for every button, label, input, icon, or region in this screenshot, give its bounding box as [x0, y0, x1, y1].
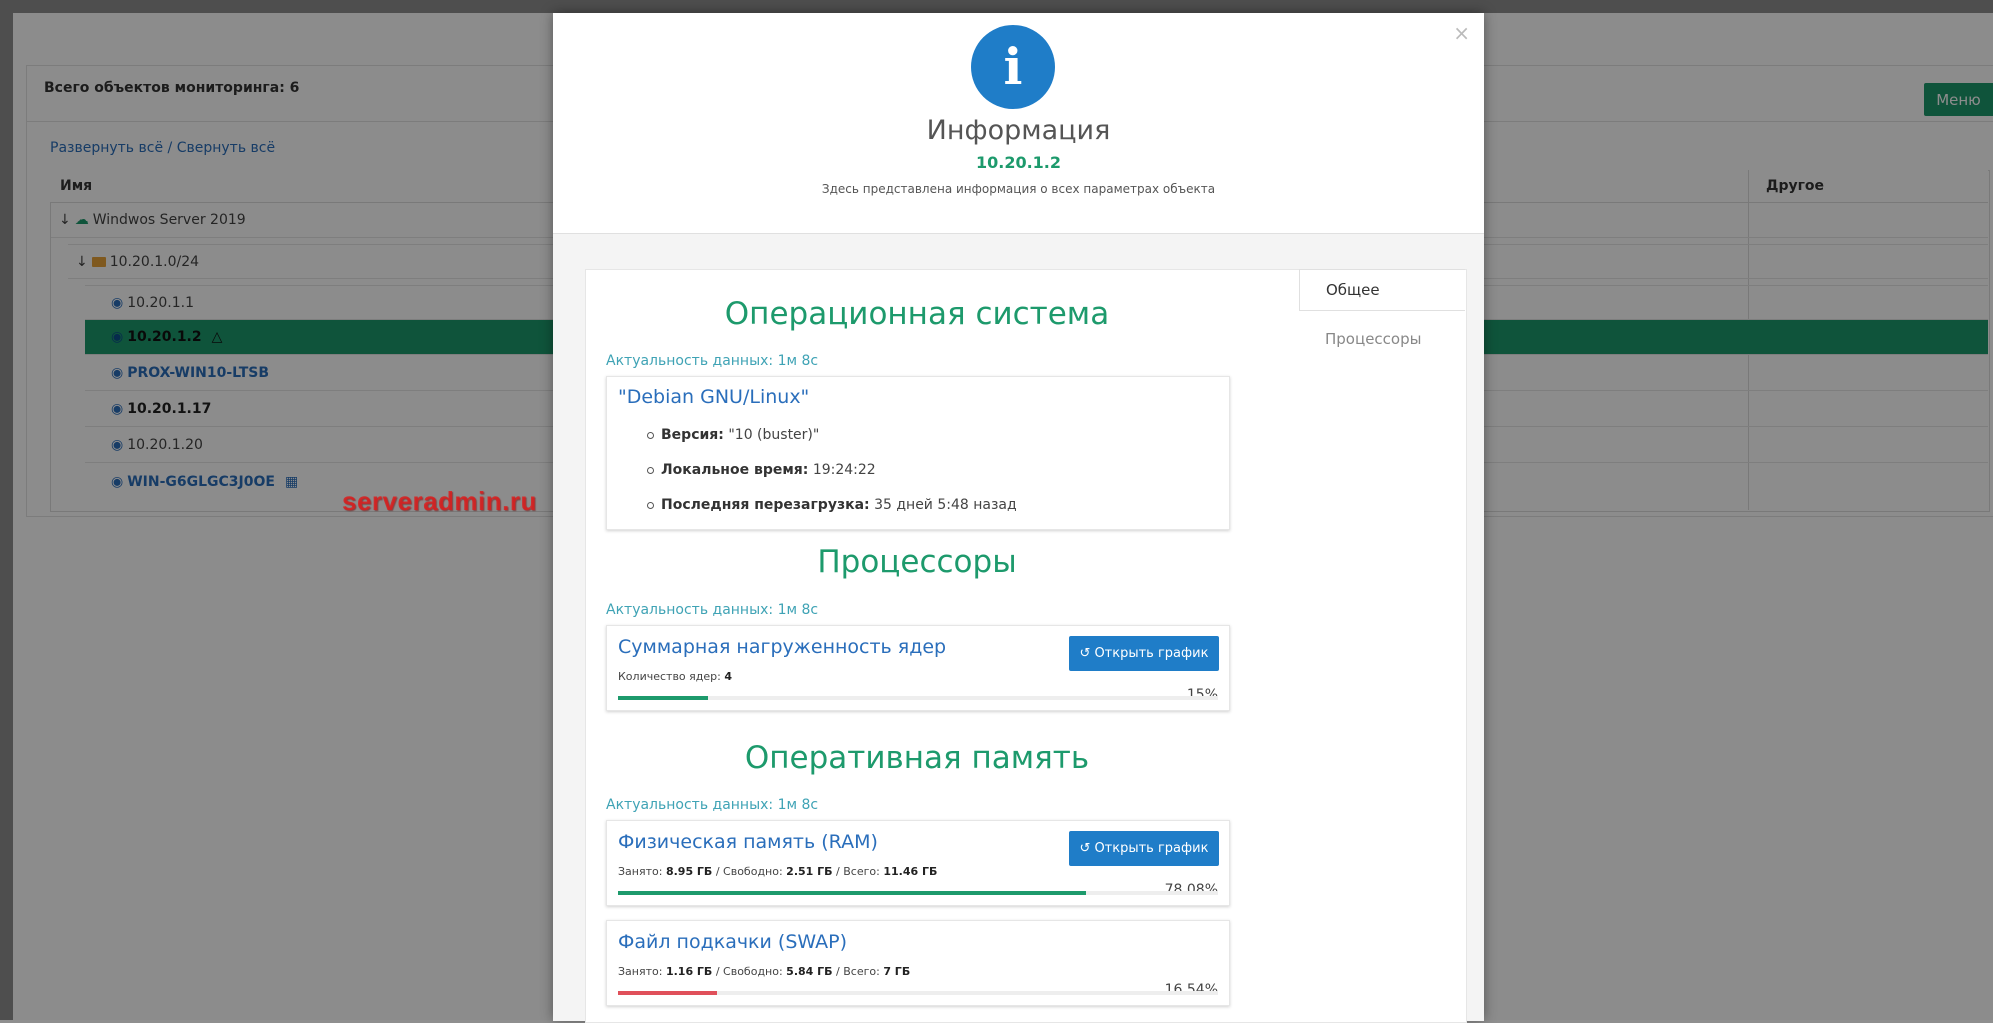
history-icon: ↺	[1079, 841, 1091, 856]
ram-freshness: Актуальность данных: 1м 8с	[606, 797, 818, 813]
cores-label: Количество ядер:	[618, 670, 721, 683]
total-value: 7 ГБ	[883, 965, 911, 978]
ram-progress-fill	[618, 891, 1087, 895]
os-section-title: Операционная система	[724, 296, 1110, 332]
freshness-label: Актуальность данных:	[606, 602, 774, 618]
freshness-label: Актуальность данных:	[606, 797, 774, 813]
total-value: 11.46 ГБ	[883, 865, 938, 878]
used-value: 8.95 ГБ	[665, 865, 713, 878]
local-time-label: Локальное время:	[661, 462, 809, 478]
free-label: Свободно:	[723, 865, 783, 878]
list-item: Версия: "10 (buster)"	[647, 425, 1017, 460]
os-details-list: Версия: "10 (buster)" Локальное время: 1…	[647, 425, 1017, 530]
cpu-progress-fill	[618, 696, 708, 700]
freshness-value: 1м 8с	[777, 797, 819, 813]
list-item: Локальное время: 19:24:22	[647, 460, 1017, 495]
free-value: 5.84 ГБ	[786, 965, 833, 978]
used-label: Занято:	[618, 965, 663, 978]
close-icon[interactable]: ×	[1453, 21, 1470, 45]
button-label: Открыть график	[1094, 646, 1209, 661]
used-value: 1.16 ГБ	[665, 965, 713, 978]
open-ram-chart-button[interactable]: ↺ Открыть график	[1069, 831, 1219, 866]
cores-value: 4	[724, 670, 732, 683]
freshness-value: 1м 8с	[777, 353, 819, 369]
last-reboot-value: 35 дней 5:48 назад	[874, 497, 1017, 513]
ram-card: Физическая память (RAM) ↺ Открыть график…	[606, 820, 1230, 906]
modal-body: Общее Процессоры Операционная система Ак…	[553, 233, 1484, 1023]
swap-percent: 16.54%	[1164, 982, 1218, 998]
freshness-value: 1м 8с	[777, 602, 819, 618]
version-value: "10 (buster)"	[728, 427, 820, 443]
version-label: Версия:	[661, 427, 724, 443]
cpu-card-title: Суммарная нагруженность ядер	[618, 636, 947, 658]
watermark: serveradmin.ru	[342, 486, 537, 516]
info-icon: i	[971, 25, 1055, 109]
cpu-cores: Количество ядер: 4	[618, 670, 732, 683]
last-reboot-label: Последняя перезагрузка:	[661, 497, 870, 513]
ram-usage: Занято: 8.95 ГБ / Свободно: 2.51 ГБ / Вс…	[618, 865, 938, 878]
swap-progress-fill	[618, 991, 718, 995]
total-label: Всего:	[843, 965, 880, 978]
history-icon: ↺	[1079, 646, 1091, 661]
open-cpu-chart-button[interactable]: ↺ Открыть график	[1069, 636, 1219, 671]
ram-progress-bar	[618, 891, 1218, 895]
modal-title: Информация	[926, 115, 1111, 146]
cpu-freshness: Актуальность данных: 1м 8с	[606, 602, 818, 618]
modal-description: Здесь представлена информация о всех пар…	[821, 182, 1216, 196]
os-card: "Debian GNU/Linux" Версия: "10 (buster)"…	[606, 376, 1230, 530]
swap-card: Файл подкачки (SWAP) Занято: 1.16 ГБ / С…	[606, 920, 1230, 1006]
ram-section-title: Оперативная память	[744, 740, 1090, 776]
ram-card-title: Физическая память (RAM)	[618, 831, 878, 853]
cpu-section-title: Процессоры	[817, 544, 1017, 580]
swap-progress-bar	[618, 991, 1218, 995]
list-item: Последняя перезагрузка: 35 дней 5:48 наз…	[647, 495, 1017, 530]
content-panel[interactable]: Общее Процессоры Операционная система Ак…	[585, 269, 1467, 1023]
total-label: Всего:	[843, 865, 880, 878]
free-value: 2.51 ГБ	[786, 865, 833, 878]
swap-card-title: Файл подкачки (SWAP)	[618, 931, 848, 953]
local-time-value: 19:24:22	[812, 462, 876, 478]
tab-general[interactable]: Общее	[1299, 269, 1465, 311]
swap-usage: Занято: 1.16 ГБ / Свободно: 5.84 ГБ / Вс…	[618, 965, 911, 978]
cpu-percent: 15%	[1186, 687, 1218, 703]
info-modal: × i Информация 10.20.1.2 Здесь представл…	[553, 13, 1484, 1023]
modal-ip: 10.20.1.2	[975, 153, 1062, 172]
cpu-progress-bar	[618, 696, 1218, 700]
free-label: Свободно:	[723, 965, 783, 978]
used-label: Занято:	[618, 865, 663, 878]
freshness-label: Актуальность данных:	[606, 353, 774, 369]
cpu-card: Суммарная нагруженность ядер ↺ Открыть г…	[606, 625, 1230, 711]
ram-percent: 78.08%	[1164, 882, 1218, 898]
tab-cpu[interactable]: Процессоры	[1325, 330, 1421, 348]
os-name: "Debian GNU/Linux"	[618, 386, 810, 408]
button-label: Открыть график	[1094, 841, 1209, 856]
os-freshness: Актуальность данных: 1м 8с	[606, 353, 818, 369]
